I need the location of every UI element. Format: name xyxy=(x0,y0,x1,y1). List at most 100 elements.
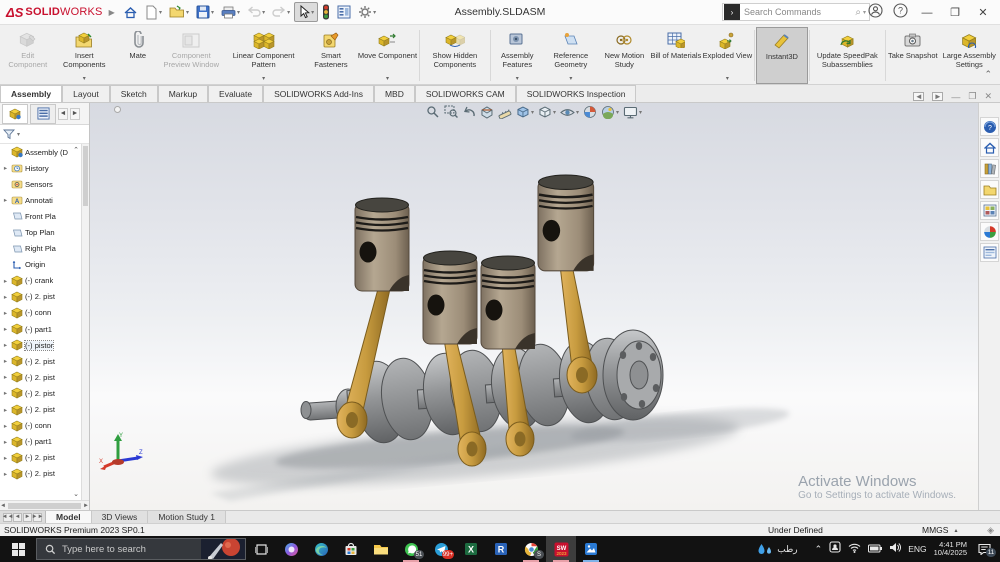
battery-icon[interactable] xyxy=(868,540,882,558)
whatsapp-icon[interactable]: 51 xyxy=(396,536,426,562)
move-component-button[interactable]: Move Component▾ xyxy=(357,27,418,84)
tray-chevron-up-icon[interactable]: ⌃ xyxy=(815,544,823,555)
appearances-icon[interactable] xyxy=(980,222,999,241)
search-caret-icon[interactable]: ▾ xyxy=(863,9,866,16)
tree-item[interactable]: ▸ (-) conn xyxy=(0,305,81,321)
tree-scroll-up-icon[interactable]: ⌃ xyxy=(73,146,79,154)
minimize-button[interactable]: — xyxy=(918,7,936,19)
update-speedpak-subassemblies-button[interactable]: Update SpeedPak Subassemblies xyxy=(811,27,884,84)
search-commands-box[interactable]: › Search Commands ⌕ ▾ xyxy=(722,3,870,21)
doc-minimize-icon[interactable]: — xyxy=(951,92,960,102)
tree-item[interactable]: ▸ (-) part1 xyxy=(0,434,81,450)
print-button[interactable]: ▾ xyxy=(218,2,243,22)
panel-tab-left-arrow[interactable]: ◄ xyxy=(58,108,68,120)
help-icon[interactable]: ? xyxy=(893,3,908,23)
tab-layout[interactable]: Layout xyxy=(62,85,110,102)
show-hidden-components-button[interactable]: Show Hidden Components xyxy=(421,27,488,84)
home-icon[interactable] xyxy=(980,138,999,157)
excel-icon[interactable]: X xyxy=(456,536,486,562)
tree-item[interactable]: ▸ (-) 2. pist xyxy=(0,402,81,418)
tab-sketch[interactable]: Sketch xyxy=(110,85,158,102)
tree-item[interactable]: Assembly (D xyxy=(0,144,81,160)
tab-solidworks-add-ins[interactable]: SOLIDWORKS Add-Ins xyxy=(263,85,374,102)
tree-item[interactable]: ▸ (-) crank xyxy=(0,273,81,289)
tab-evaluate[interactable]: Evaluate xyxy=(208,85,263,102)
taskbar-search-box[interactable]: Type here to search xyxy=(36,538,246,560)
mate-button[interactable]: Mate xyxy=(115,27,161,84)
tab-solidworks-inspection[interactable]: SOLIDWORKS Inspection xyxy=(516,85,637,102)
doc-previous-window-icon[interactable]: ◄ xyxy=(913,92,924,101)
view-palette-icon[interactable] xyxy=(980,201,999,220)
settings-gear-icon[interactable]: ▾ xyxy=(355,2,379,22)
tab-model[interactable]: Model xyxy=(46,511,92,523)
insert-components-button[interactable]: Insert Components▾ xyxy=(54,27,115,84)
restore-button[interactable]: ❐ xyxy=(946,6,964,19)
assembly-features-button[interactable]: Assembly Features▾ xyxy=(492,27,544,84)
model-crankshaft-piston-assembly[interactable] xyxy=(90,103,978,510)
smart-fasteners-button[interactable]: Smart Fasteners xyxy=(305,27,357,84)
edge-icon[interactable] xyxy=(306,536,336,562)
meet-now-icon[interactable] xyxy=(829,540,841,558)
ribbon-collapse-chevron-icon[interactable]: ⌃ xyxy=(984,69,992,80)
file-explorer-icon[interactable] xyxy=(980,180,999,199)
linear-component-pattern-button[interactable]: Linear Component Pattern▾ xyxy=(222,27,305,84)
copilot-icon[interactable] xyxy=(276,536,306,562)
take-snapshot-button[interactable]: Take Snapshot xyxy=(887,27,939,84)
new-document-button[interactable]: ▾ xyxy=(142,2,165,22)
save-button[interactable]: ▾ xyxy=(193,2,217,22)
tree-item[interactable]: ▸ (-) pistor xyxy=(0,337,81,353)
status-units[interactable]: MMGS▴ xyxy=(922,525,957,535)
tree-item[interactable]: ▸ (-) 2. pist xyxy=(0,466,81,482)
tree-item[interactable]: ▸ (-) 2. pist xyxy=(0,369,81,385)
user-account-icon[interactable] xyxy=(868,3,883,23)
photos-icon[interactable] xyxy=(576,536,606,562)
tab-3d-views[interactable]: 3D Views xyxy=(92,511,149,523)
doc-next-window-icon[interactable]: ► xyxy=(932,92,943,101)
doc-close-icon[interactable]: ✕ xyxy=(984,91,992,102)
search-icon[interactable]: ⌕ xyxy=(855,7,861,18)
status-tag-icon[interactable]: ◈ xyxy=(987,525,994,536)
tree-item[interactable]: Right Pla xyxy=(0,241,81,257)
doc-restore-icon[interactable]: ❐ xyxy=(968,91,976,102)
panel-tab-right-arrow[interactable]: ► xyxy=(70,108,80,120)
reference-geometry-button[interactable]: Reference Geometry▾ xyxy=(543,27,599,84)
bill-of-materials-button[interactable]: Bill of Materials xyxy=(650,27,702,84)
tree-item[interactable]: Front Pla xyxy=(0,208,81,224)
chrome-icon[interactable]: S xyxy=(516,536,546,562)
tab-motion-study-1[interactable]: Motion Study 1 xyxy=(148,511,226,523)
brand-flyout-arrow-icon[interactable]: ▶ xyxy=(109,8,115,17)
options-list-icon[interactable] xyxy=(334,2,354,22)
home-button[interactable] xyxy=(120,2,141,22)
tab-markup[interactable]: Markup xyxy=(158,85,208,102)
graphics-viewport[interactable]: ▾ ▾ ▾ ▾ ▾ xyxy=(90,103,978,510)
close-button[interactable]: ✕ xyxy=(974,6,992,19)
tab-solidworks-cam[interactable]: SOLIDWORKS CAM xyxy=(415,85,516,102)
property-manager-tab[interactable] xyxy=(30,104,56,124)
volume-icon[interactable] xyxy=(889,540,901,558)
tab-assembly[interactable]: Assembly xyxy=(0,85,62,102)
language-indicator[interactable]: ENG xyxy=(908,544,926,554)
design-library-icon[interactable] xyxy=(980,159,999,178)
clock[interactable]: 4:41 PM 10/4/2025 xyxy=(934,541,967,558)
instant3d-button[interactable]: Instant3D xyxy=(756,27,808,84)
tree-scroll-down-icon[interactable]: ⌄ xyxy=(73,490,79,498)
store-icon[interactable] xyxy=(336,536,366,562)
tree-item[interactable]: ▸ (-) 2. pist xyxy=(0,385,81,401)
open-button[interactable]: ▾ xyxy=(166,2,192,22)
tree-item[interactable]: ▸ (-) 2. pist xyxy=(0,289,81,305)
solidworks-taskbar-icon[interactable]: SW2023 xyxy=(546,536,576,562)
tree-item[interactable]: ▸ (-) 2. pist xyxy=(0,353,81,369)
tree-item[interactable]: ▸ (-) conn xyxy=(0,418,81,434)
tree-item[interactable]: Sensors xyxy=(0,176,81,192)
tree-item[interactable]: ▸ History xyxy=(0,160,81,176)
tree-item[interactable]: Origin xyxy=(0,257,81,273)
select-cursor-button[interactable]: ▾ xyxy=(294,2,318,22)
tab-mbd[interactable]: MBD xyxy=(374,85,415,102)
start-button[interactable] xyxy=(0,536,36,562)
tree-item[interactable]: ▸ (-) 2. pist xyxy=(0,450,81,466)
notifications-icon[interactable]: 11 xyxy=(974,543,994,555)
tree-item[interactable]: ▸ (-) part1 xyxy=(0,321,81,337)
telegram-icon[interactable]: 99+ xyxy=(426,536,456,562)
study-tab-nav[interactable]: ◄◄◄►►► xyxy=(0,511,46,523)
task-view-button[interactable] xyxy=(246,536,276,562)
